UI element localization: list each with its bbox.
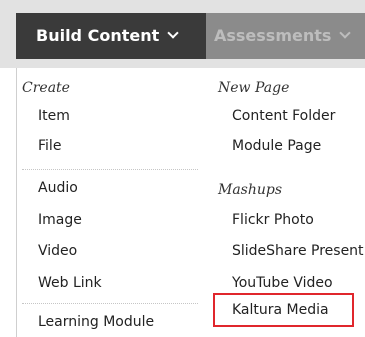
menu-item-youtube-video[interactable]: YouTube Video [232,275,333,291]
menu-item-item[interactable]: Item [38,108,70,124]
top-menubar: Build Content Assessments [0,0,365,68]
separator [22,169,198,170]
menu-item-image[interactable]: Image [38,212,82,228]
menu-item-web-link[interactable]: Web Link [38,275,102,291]
menu-item-audio[interactable]: Audio [38,180,78,196]
chevron-down-icon [167,27,179,39]
menu-item-video[interactable]: Video [38,243,77,259]
build-content-label: Build Content [36,26,160,45]
menu-item-file[interactable]: File [38,138,61,154]
menu-item-content-folder[interactable]: Content Folder [232,108,335,124]
separator [22,303,198,304]
assessments-label: Assessments [214,26,332,45]
chevron-down-icon [339,27,352,39]
menu-item-module-page[interactable]: Module Page [232,138,321,154]
assessments-tab[interactable]: Assessments [206,13,365,59]
menu-item-slideshare-presentation[interactable]: SlideShare Present [232,243,365,259]
kaltura-media-highlight [213,293,354,327]
build-content-tab[interactable]: Build Content [16,13,206,59]
mashups-heading: Mashups [218,182,283,198]
menu-item-flickr-photo[interactable]: Flickr Photo [232,212,314,228]
create-heading: Create [22,80,70,96]
menu-item-learning-module[interactable]: Learning Module [38,314,154,330]
new-page-heading: New Page [218,80,290,96]
